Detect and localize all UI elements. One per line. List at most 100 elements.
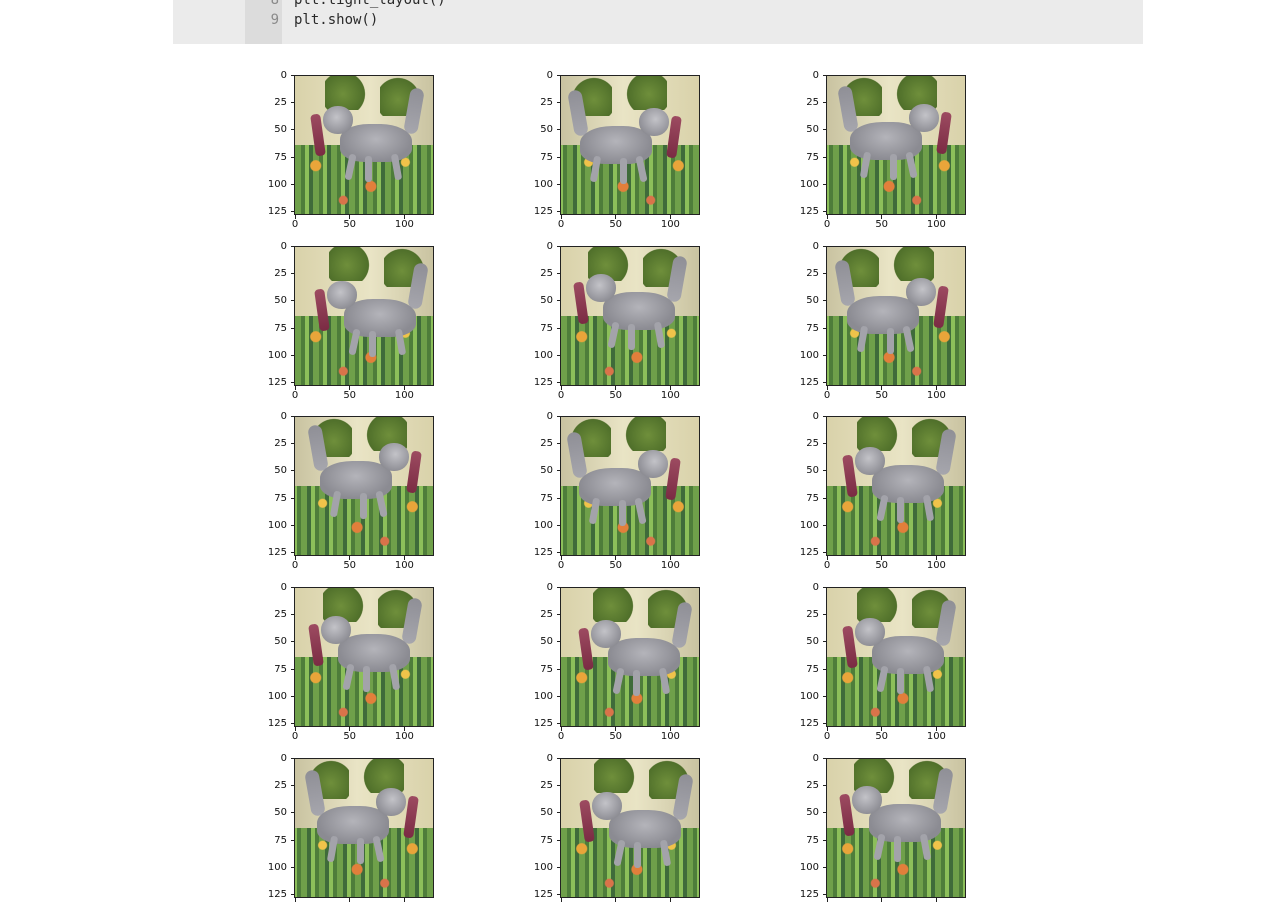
y-tick: 25 xyxy=(540,267,560,279)
y-tick: 125 xyxy=(268,889,294,901)
kitten-image xyxy=(826,587,966,727)
x-tick-label: 100 xyxy=(926,219,946,230)
y-tick-label: 25 xyxy=(540,437,553,449)
x-tick-label: 100 xyxy=(394,731,414,742)
y-tick: 50 xyxy=(540,636,560,648)
kitten-image xyxy=(560,758,700,898)
x-axis: 0 50 100 xyxy=(292,215,434,231)
y-tick-label: 75 xyxy=(540,663,553,675)
x-tick-label: 100 xyxy=(394,390,414,401)
y-tick: 50 xyxy=(806,124,826,136)
y-tick: 100 xyxy=(800,861,826,873)
y-tick: 0 xyxy=(281,410,294,422)
x-tick-label: 0 xyxy=(291,560,299,571)
x-tick: 0 xyxy=(812,386,842,401)
y-tick: 25 xyxy=(806,779,826,791)
x-tick: 0 xyxy=(546,386,576,401)
y-tick-label: 0 xyxy=(546,69,553,81)
y-tick: 50 xyxy=(274,465,294,477)
code-text[interactable]: plt.show() xyxy=(294,10,378,30)
subplot-image: 0255075100125050100 xyxy=(268,241,434,401)
y-tick: 0 xyxy=(547,581,560,593)
code-line[interactable]: 9 plt.show() xyxy=(173,10,1143,30)
y-tick-label: 75 xyxy=(540,151,553,163)
y-tick: 25 xyxy=(540,96,560,108)
x-tick: 0 xyxy=(560,898,576,903)
y-tick-label: 75 xyxy=(806,834,819,846)
y-tick: 75 xyxy=(274,834,294,846)
x-tick: 0 xyxy=(280,727,310,742)
x-tick: 50 xyxy=(601,386,631,401)
y-tick-label: 50 xyxy=(806,636,819,648)
y-tick: 75 xyxy=(806,663,826,675)
y-tick-label: 50 xyxy=(806,295,819,307)
y-tick: 100 xyxy=(534,690,560,702)
x-tick: 0 xyxy=(826,898,842,903)
x-tick: 100 xyxy=(921,386,951,401)
x-tick: 50 xyxy=(601,727,631,742)
x-tick-label: 0 xyxy=(823,731,831,742)
subplot-image: 0255075100125050100 xyxy=(800,70,966,230)
y-tick-label: 75 xyxy=(806,492,819,504)
x-tick-label: 0 xyxy=(823,390,831,401)
y-tick: 0 xyxy=(547,410,560,422)
x-tick-label: 0 xyxy=(291,731,299,742)
y-tick-label: 0 xyxy=(812,410,819,422)
y-tick-label: 100 xyxy=(267,178,287,190)
y-tick-label: 50 xyxy=(274,807,287,819)
y-tick: 0 xyxy=(813,410,826,422)
y-tick: 50 xyxy=(806,295,826,307)
y-tick: 50 xyxy=(540,295,560,307)
x-tick-label: 50 xyxy=(875,731,889,742)
kitten-image xyxy=(826,246,966,386)
y-axis: 0 25 50 75 100 125 xyxy=(786,753,826,900)
y-tick-label: 75 xyxy=(540,834,553,846)
y-tick: 100 xyxy=(534,519,560,531)
y-tick: 50 xyxy=(540,465,560,477)
y-axis: 0 25 50 75 100 125 xyxy=(254,582,294,729)
code-text[interactable]: plt.tight_layout() xyxy=(294,0,446,10)
y-tick: 75 xyxy=(540,492,560,504)
y-tick: 75 xyxy=(274,663,294,675)
x-tick: 50 xyxy=(601,898,631,903)
y-tick-label: 25 xyxy=(274,437,287,449)
y-tick-label: 25 xyxy=(540,96,553,108)
y-tick-label: 100 xyxy=(533,861,553,873)
code-cell[interactable]: 8 plt.tight_layout() 9 plt.show() xyxy=(173,0,1143,44)
subplot-image: 0255075100125050100 xyxy=(268,753,434,903)
x-tick-label: 100 xyxy=(926,390,946,401)
x-tick-label: 0 xyxy=(557,219,565,230)
x-tick: 0 xyxy=(294,898,310,903)
y-tick: 0 xyxy=(281,752,294,764)
x-tick-label: 0 xyxy=(291,390,299,401)
y-tick: 25 xyxy=(806,608,826,620)
y-axis: 0 25 50 75 100 125 xyxy=(520,753,560,900)
code-line[interactable]: 8 plt.tight_layout() xyxy=(173,0,1143,10)
y-tick-label: 75 xyxy=(806,151,819,163)
y-tick: 50 xyxy=(806,807,826,819)
y-tick-label: 0 xyxy=(280,410,287,422)
x-tick: 0 xyxy=(280,215,310,230)
x-tick-label: 50 xyxy=(343,731,357,742)
subplot-image: 0255075100125050100 xyxy=(268,582,434,742)
subplot-image: 0255075100125050100 xyxy=(534,753,700,903)
kitten-image xyxy=(826,75,966,215)
y-tick-label: 125 xyxy=(267,889,287,901)
y-tick: 75 xyxy=(540,834,560,846)
y-tick: 50 xyxy=(274,807,294,819)
x-tick: 50 xyxy=(867,556,897,571)
x-tick-label: 100 xyxy=(660,731,680,742)
y-tick: 25 xyxy=(274,779,294,791)
x-tick: 100 xyxy=(921,556,951,571)
y-tick: 100 xyxy=(534,861,560,873)
y-tick-label: 25 xyxy=(540,608,553,620)
y-tick: 25 xyxy=(806,267,826,279)
y-axis: 0 25 50 75 100 125 xyxy=(786,70,826,217)
y-tick: 100 xyxy=(800,690,826,702)
x-tick-label: 50 xyxy=(609,560,623,571)
line-number: 9 xyxy=(270,12,279,28)
y-tick-label: 25 xyxy=(540,267,553,279)
kitten-image xyxy=(294,416,434,556)
x-tick-label: 0 xyxy=(823,219,831,230)
y-tick-label: 0 xyxy=(280,240,287,252)
